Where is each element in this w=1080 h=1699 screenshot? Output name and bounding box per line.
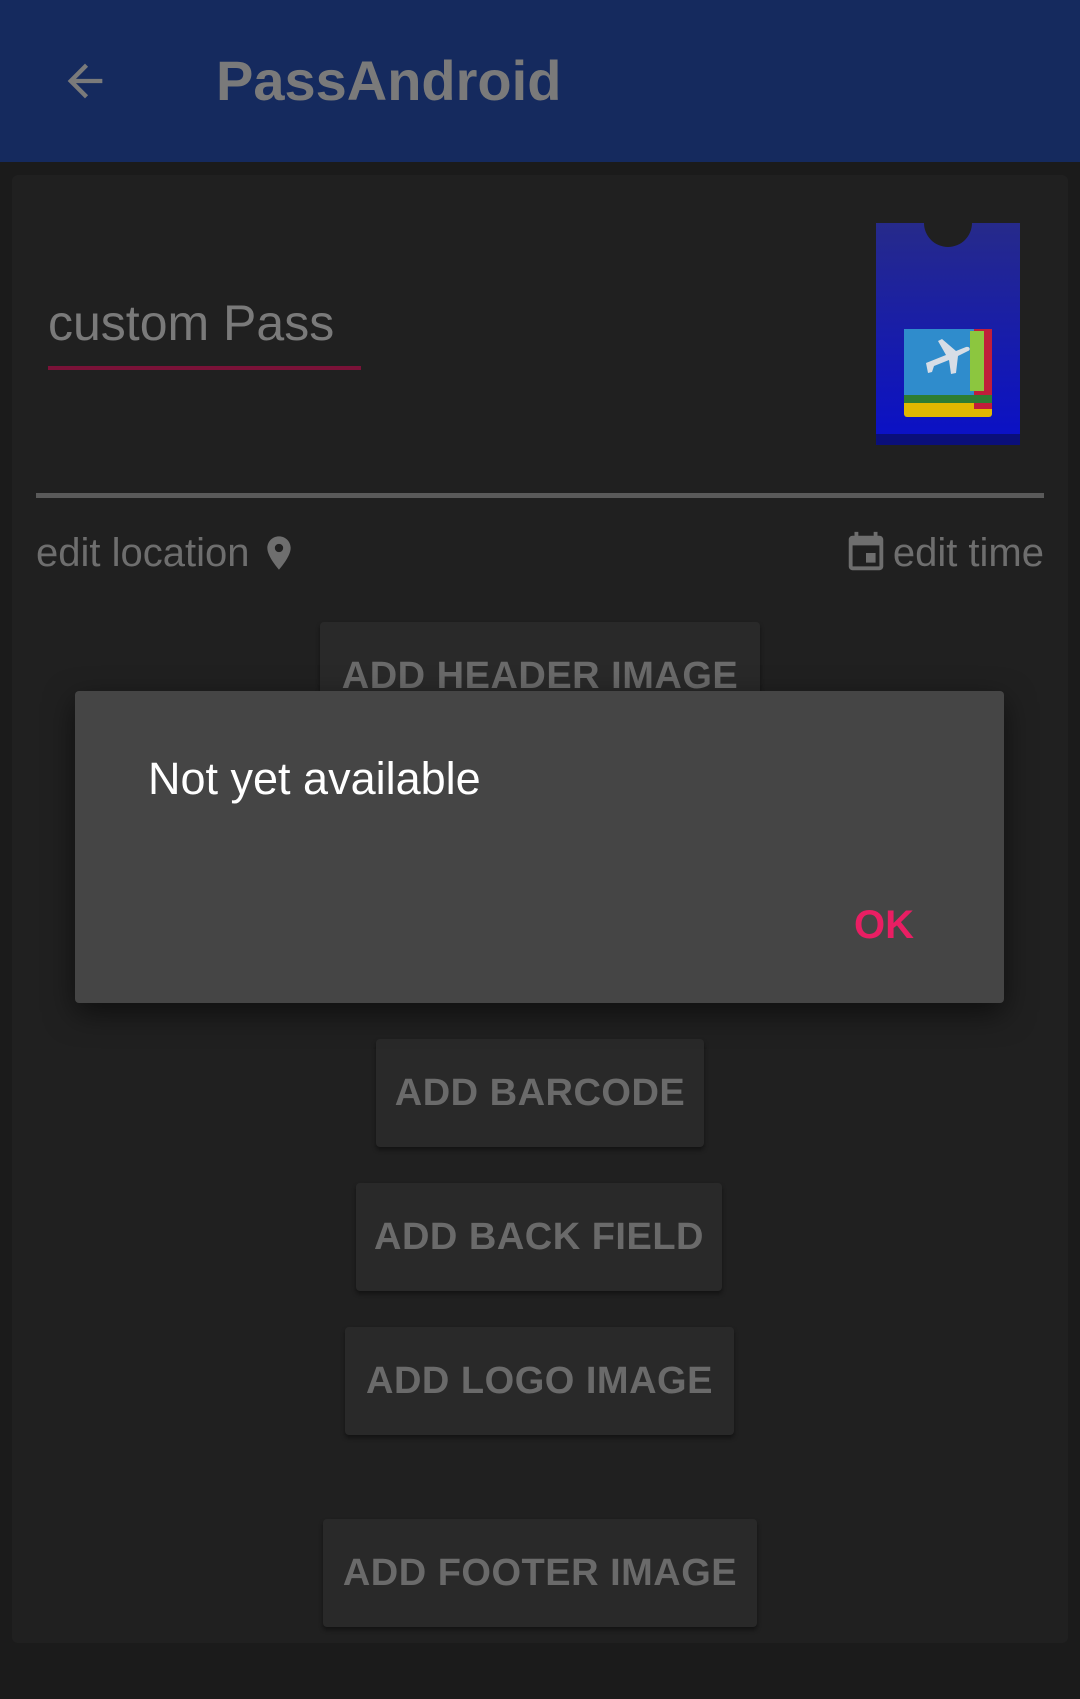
ok-button[interactable]: OK [846,897,922,953]
back-button[interactable] [50,46,120,116]
toolbar: PassAndroid [0,0,1080,162]
edit-time-label: edit time [892,530,1044,575]
arrow-left-icon [67,63,103,99]
add-logo-image-button[interactable]: ADD LOGO IMAGE [345,1327,734,1435]
alert-dialog: Not yet available OK [75,691,1004,1003]
add-footer-image-button[interactable]: ADD FOOTER IMAGE [323,1519,757,1627]
pass-title-field[interactable]: custom Pass [48,292,334,354]
edit-time-button[interactable]: edit time [843,523,1044,583]
edit-location-button[interactable]: edit location [36,523,299,583]
pass-title-underline [48,366,361,370]
section-divider [36,493,1044,498]
edit-location-label: edit location [36,530,250,575]
pass-ticket-icon[interactable] [876,223,1020,445]
calendar-icon [843,528,889,578]
add-back-field-button[interactable]: ADD BACK FIELD [356,1183,722,1291]
map-pin-icon [259,529,299,577]
dialog-message: Not yet available [148,753,481,804]
add-barcode-button[interactable]: ADD BARCODE [376,1039,704,1147]
app-title: PassAndroid [216,49,562,112]
app-screen: PassAndroid custom Pass edit location ed… [0,0,1080,1699]
